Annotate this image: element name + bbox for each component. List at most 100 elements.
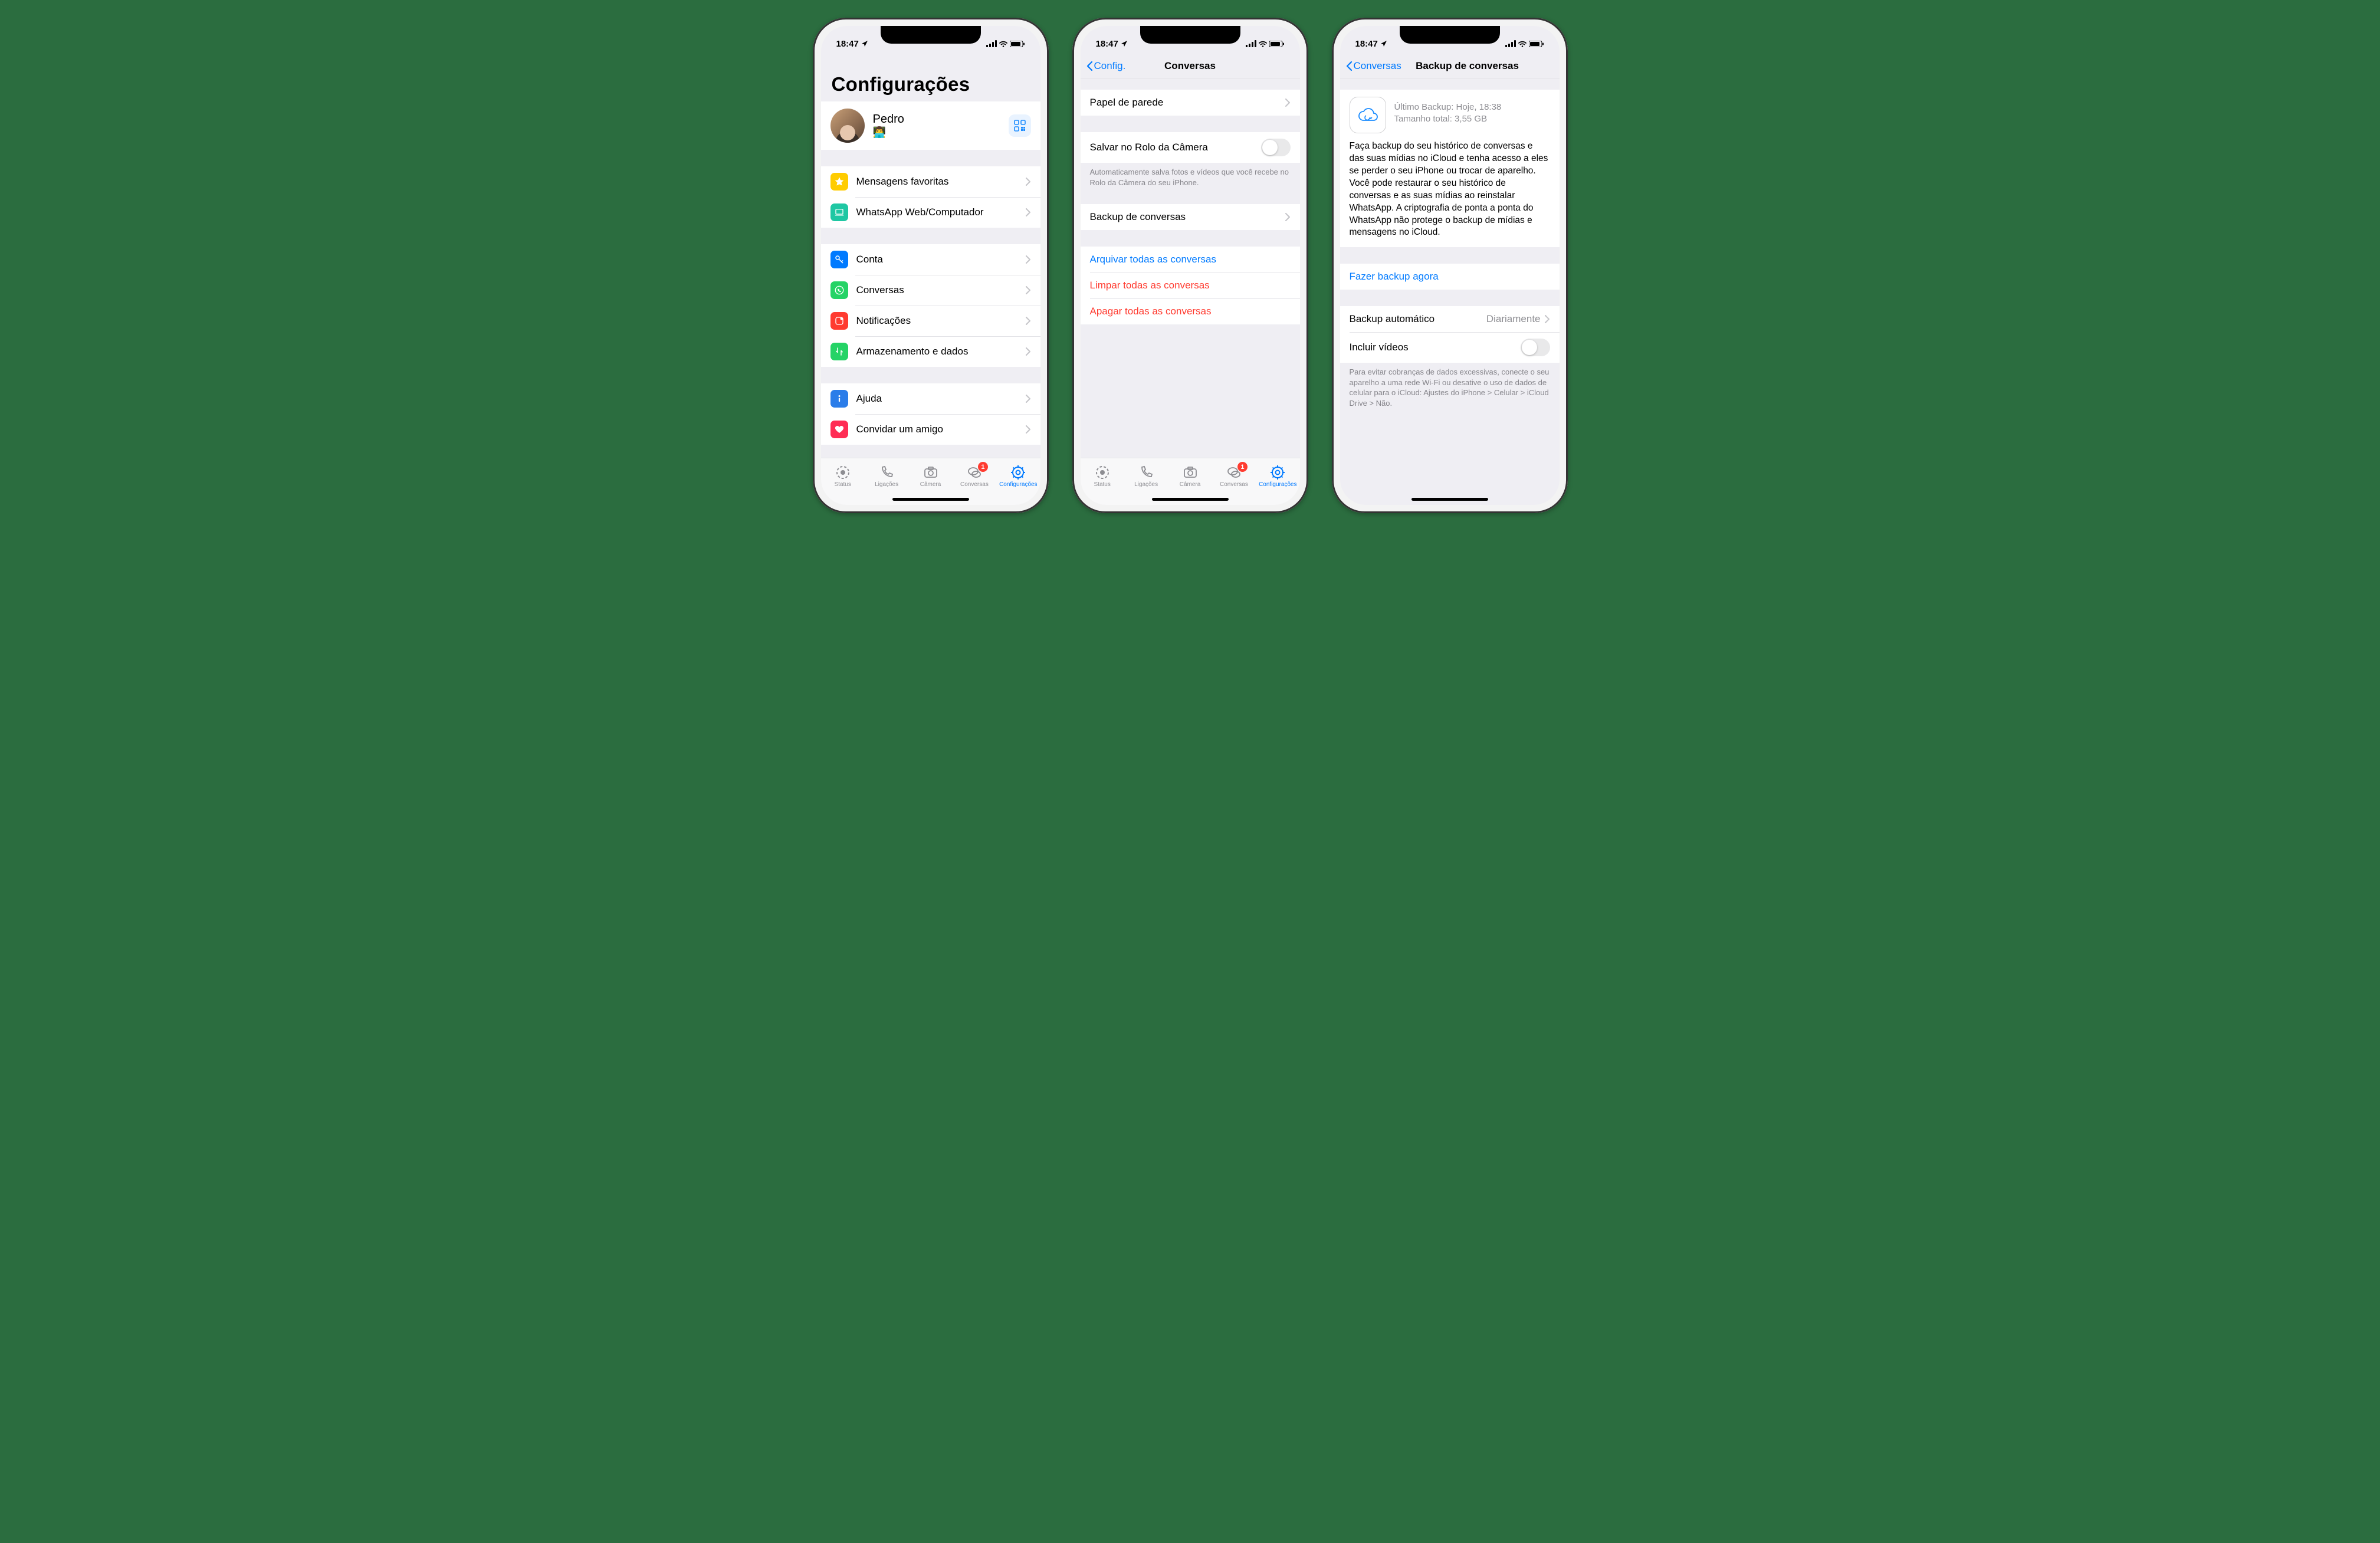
footer-camera-roll: Automaticamente salva fotos e vídeos que… [1081, 163, 1300, 188]
chevron-right-icon [1025, 178, 1031, 186]
row-label: Conta [856, 254, 1025, 265]
row-auto-backup[interactable]: Backup automático Diariamente [1340, 306, 1560, 332]
row-detail: Diariamente [1486, 313, 1541, 325]
notifications-icon [830, 312, 848, 330]
gear-icon [1270, 465, 1285, 480]
row-notifications[interactable]: Notificações [821, 306, 1040, 336]
avatar [830, 109, 865, 143]
backup-info-card: Último Backup: Hoje, 18:38 Tamanho total… [1340, 90, 1560, 247]
signal-icon [986, 40, 997, 47]
profile-status: 👨‍💻 [873, 126, 1009, 139]
battery-icon [1269, 41, 1285, 47]
last-backup-text: Último Backup: Hoje, 18:38 [1394, 101, 1502, 113]
row-whatsapp-web[interactable]: WhatsApp Web/Computador [821, 197, 1040, 228]
tab-status[interactable]: Status [821, 458, 865, 494]
tab-label: Status [835, 481, 851, 488]
tab-camera[interactable]: Câmera [1168, 458, 1212, 494]
signal-icon [1505, 40, 1516, 47]
content-area: Papel de parede Salvar no Rolo da Câmera… [1081, 79, 1300, 458]
chevron-right-icon [1025, 255, 1031, 264]
row-storage-data[interactable]: Armazenamento e dados [821, 336, 1040, 367]
back-label: Config. [1094, 60, 1126, 72]
content-area: Último Backup: Hoje, 18:38 Tamanho total… [1340, 79, 1560, 505]
gear-icon [1010, 465, 1026, 480]
tab-settings[interactable]: Configurações [1256, 458, 1299, 494]
status-icon [835, 465, 851, 480]
row-chat-backup[interactable]: Backup de conversas [1081, 204, 1300, 230]
row-account[interactable]: Conta [821, 244, 1040, 275]
tab-calls[interactable]: Ligações [1124, 458, 1168, 494]
status-time: 18:47 [1355, 39, 1378, 49]
tab-chats[interactable]: 1 Conversas [953, 458, 996, 494]
phone-icon [1138, 465, 1154, 480]
row-label: Notificações [856, 315, 1025, 327]
row-label: Salvar no Rolo da Câmera [1090, 142, 1261, 153]
row-help[interactable]: Ajuda [821, 383, 1040, 414]
profile-row[interactable]: Pedro 👨‍💻 [821, 101, 1040, 150]
info-icon [830, 390, 848, 408]
location-arrow-icon [861, 40, 868, 47]
row-label: Fazer backup agora [1350, 271, 1550, 283]
icloud-icon [1350, 97, 1386, 133]
row-label: Limpar todas as conversas [1090, 280, 1291, 291]
tab-chats[interactable]: 1 Conversas [1212, 458, 1256, 494]
chevron-right-icon [1544, 315, 1550, 323]
tab-label: Conversas [1220, 481, 1248, 488]
backup-description: Faça backup do seu histórico de conversa… [1350, 140, 1550, 239]
chevron-right-icon [1025, 347, 1031, 356]
location-arrow-icon [1121, 40, 1128, 47]
location-arrow-icon [1380, 40, 1387, 47]
phone-backup: 18:47 Conversas Backup de conversas [1332, 18, 1568, 513]
qr-code-button[interactable] [1009, 114, 1031, 137]
row-backup-now[interactable]: Fazer backup agora [1340, 264, 1560, 290]
row-wallpaper[interactable]: Papel de parede [1081, 90, 1300, 116]
row-delete-all[interactable]: Apagar todas as conversas [1081, 298, 1300, 324]
tab-label: Ligações [875, 481, 898, 488]
row-chats[interactable]: Conversas [821, 275, 1040, 306]
content-area: Configurações Pedro 👨‍💻 [821, 53, 1040, 458]
tab-calls[interactable]: Ligações [865, 458, 908, 494]
row-label: Convidar um amigo [856, 423, 1025, 435]
nav-bar: Conversas Backup de conversas [1340, 53, 1560, 79]
row-label: Backup automático [1350, 313, 1486, 325]
nav-bar: Config. Conversas [1081, 53, 1300, 79]
home-indicator[interactable] [1411, 498, 1488, 501]
camera-icon [923, 465, 938, 480]
wifi-icon [1259, 41, 1267, 47]
home-indicator[interactable] [1152, 498, 1229, 501]
qr-icon [1014, 120, 1026, 132]
footer-data-usage: Para evitar cobranças de dados excessiva… [1340, 363, 1560, 408]
row-clear-all[interactable]: Limpar todas as conversas [1081, 273, 1300, 298]
tab-badge: 1 [1237, 462, 1248, 472]
notch [1400, 26, 1500, 44]
home-indicator[interactable] [892, 498, 969, 501]
row-label: WhatsApp Web/Computador [856, 206, 1025, 218]
row-starred-messages[interactable]: Mensagens favoritas [821, 166, 1040, 197]
data-usage-icon [830, 343, 848, 360]
row-archive-all[interactable]: Arquivar todas as conversas [1081, 247, 1300, 273]
battery-icon [1529, 41, 1544, 47]
switch-include-videos[interactable] [1521, 339, 1550, 356]
back-label: Conversas [1354, 60, 1401, 72]
signal-icon [1246, 40, 1256, 47]
key-icon [830, 251, 848, 268]
back-chevron-icon [1346, 61, 1353, 71]
laptop-icon [830, 203, 848, 221]
back-button[interactable]: Conversas [1346, 60, 1401, 72]
back-button[interactable]: Config. [1086, 60, 1126, 72]
switch-save-camera-roll[interactable] [1261, 139, 1291, 156]
row-label: Armazenamento e dados [856, 346, 1025, 357]
chevron-right-icon [1025, 208, 1031, 216]
row-label: Papel de parede [1090, 97, 1285, 109]
tab-settings[interactable]: Configurações [996, 458, 1040, 494]
row-include-videos[interactable]: Incluir vídeos [1340, 332, 1560, 363]
row-invite-friend[interactable]: Convidar um amigo [821, 414, 1040, 445]
tab-status[interactable]: Status [1081, 458, 1124, 494]
chevron-right-icon [1025, 286, 1031, 294]
page-title: Configurações [821, 53, 1040, 101]
tab-camera[interactable]: Câmera [908, 458, 952, 494]
status-icon [1095, 465, 1110, 480]
row-save-camera-roll[interactable]: Salvar no Rolo da Câmera [1081, 132, 1300, 163]
wifi-icon [999, 41, 1007, 47]
phone-settings-root: 18:47 Configurações Pedro 👨‍💻 [813, 18, 1049, 513]
